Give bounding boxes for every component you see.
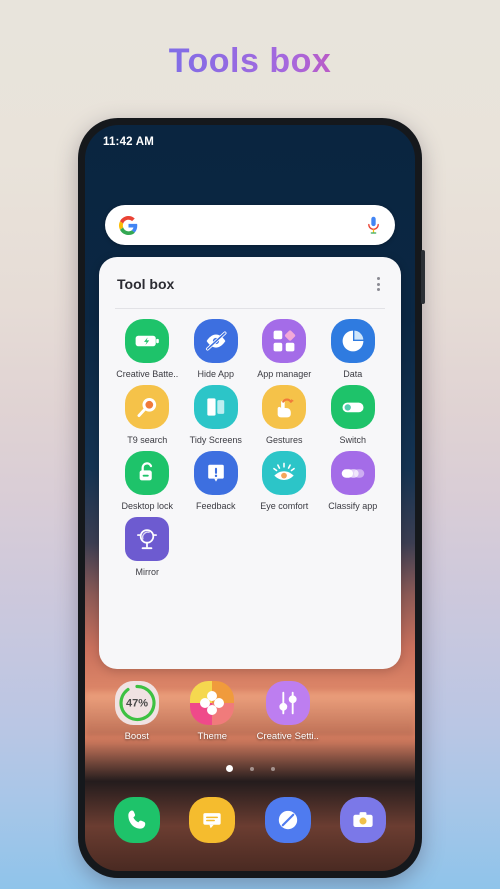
boost-gauge-icon: 47% [114,681,159,725]
homescreen-app-row: 47% Boost Theme Creative Setti.. [99,681,401,742]
google-g-icon [119,215,138,235]
home-item-boost[interactable]: 47% Boost [99,681,175,742]
page-dot-2[interactable] [249,766,254,771]
eye-slash-icon [193,319,238,364]
exclamation-bubble-icon [193,451,238,496]
toolbox-item-label: Classify app [328,501,378,512]
toolbox-panel: Tool box Creative Batte.. Hide App App m… [99,257,401,669]
status-time: 11:42 AM [103,136,155,148]
phone-icon[interactable] [113,797,160,843]
dock [99,797,401,843]
toolbox-item-hide-app[interactable]: Hide App [182,319,251,379]
compass-icon[interactable] [264,797,311,843]
phone-side-button[interactable] [421,250,425,304]
toolbox-item-label: Feedback [195,501,236,512]
toolbox-item-desktop-lock[interactable]: Desktop lock [113,451,182,511]
message-icon[interactable] [189,797,236,843]
page-dot-1[interactable] [225,765,233,772]
toolbox-item-label: App manager [257,369,312,380]
toolbox-item-t9-search[interactable]: T9 search [113,385,182,445]
home-item-theme[interactable]: Theme [175,681,251,742]
toolbox-item-creative-battery[interactable]: Creative Batte.. [113,319,182,379]
microphone-icon[interactable] [366,216,381,235]
home-item-label: Boost [124,731,149,742]
toolbox-divider [115,308,385,310]
toolbox-item-label: Tidy Screens [189,435,242,446]
app-grid-icon [262,319,307,364]
magnifier-icon [125,385,170,430]
toolbox-item-label: Desktop lock [121,501,174,512]
phone-mockup: 11:42 AM Tool box Creative Batte.. Hide … [78,118,425,878]
page-indicator[interactable] [85,765,415,772]
toolbox-item-gestures[interactable]: Gestures [250,385,319,445]
toolbox-item-switch[interactable]: Switch [319,385,388,445]
mirror-icon [125,517,170,562]
boost-value: 47% [126,698,148,710]
hand-swipe-icon [262,385,307,430]
google-search-bar[interactable] [105,205,395,245]
toggle-switch-icon [330,385,375,430]
toolbox-item-label: Hide App [197,369,235,380]
toolbox-item-label: Creative Batte.. [116,369,179,380]
toolbox-item-label: Eye comfort [260,501,309,512]
sliders-icon [265,681,310,725]
home-item-label: Theme [197,731,228,742]
battery-charging-icon [125,319,170,364]
kebab-menu-icon[interactable] [374,273,383,295]
status-bar: 11:42 AM [85,125,415,159]
toolbox-item-feedback[interactable]: Feedback [182,451,251,511]
toolbox-app-grid: Creative Batte.. Hide App App manager Da… [113,319,387,577]
pie-chart-icon [330,319,375,364]
toolbox-item-classify-app[interactable]: Classify app [319,451,388,511]
phone-screen: 11:42 AM Tool box Creative Batte.. Hide … [85,125,415,871]
toolbox-item-tidy-screens[interactable]: Tidy Screens [182,385,251,445]
home-item-label: Creative Setti.. [256,731,319,742]
toolbox-header: Tool box [113,271,387,295]
toolbox-item-app-manager[interactable]: App manager [250,319,319,379]
padlock-icon [125,451,170,496]
toolbox-item-label: Data [343,369,363,380]
eye-icon [262,451,307,496]
toolbox-item-data[interactable]: Data [319,319,388,379]
stacked-circles-icon [330,451,375,496]
page-dot-3[interactable] [270,766,275,771]
theme-flower-icon [190,681,235,725]
toolbox-item-eye-comfort[interactable]: Eye comfort [250,451,319,511]
toolbox-item-label: Mirror [135,567,160,578]
toolbox-item-label: Switch [339,435,366,446]
toolbox-item-label: T9 search [127,435,168,446]
panels-icon [193,385,238,430]
camera-icon[interactable] [340,797,387,843]
toolbox-item-label: Gestures [265,435,303,446]
page-title: Tools box [0,42,500,81]
home-item-creative-settings[interactable]: Creative Setti.. [250,681,326,742]
toolbox-title: Tool box [117,276,175,293]
toolbox-item-mirror[interactable]: Mirror [113,517,182,577]
